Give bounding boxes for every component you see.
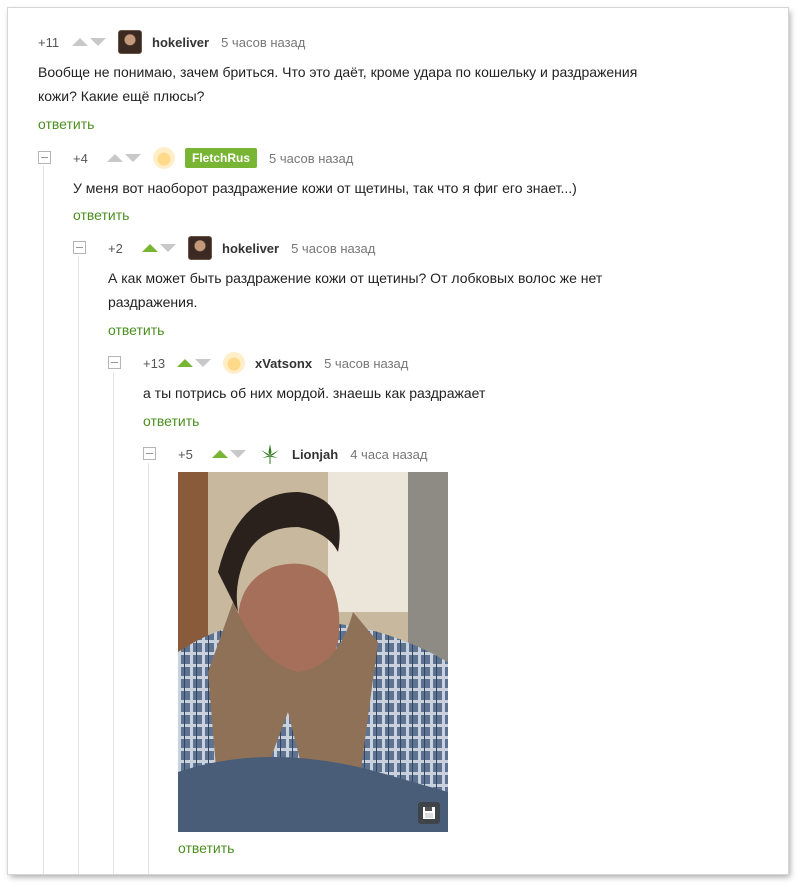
upvote-icon[interactable] [212,450,228,458]
avatar[interactable] [118,30,142,54]
avatar[interactable] [188,236,212,260]
reply-link[interactable]: ответить [108,322,164,338]
thread-line [148,463,149,874]
comment-rating: +4 [73,150,88,166]
comment-line: Вообще не понимаю, зачем бриться. Что эт… [38,64,638,80]
username[interactable]: FletchRus [185,148,258,168]
comment-rating: +13 [143,355,166,371]
reply-link[interactable]: ответить [38,116,94,132]
collapse-icon[interactable] [143,447,156,460]
comment-rating: +11 [38,34,60,50]
comment-line: кожи? Какие ещё плюсы? [38,88,205,104]
upvote-icon[interactable] [72,38,88,46]
downvote-icon[interactable] [160,244,176,252]
thread-line [78,256,79,874]
comment-text: Вообще не понимаю, зачем бриться. Что эт… [38,60,758,108]
comment-rating: +5 [178,446,193,462]
downvote-icon[interactable] [230,450,246,458]
downvote-icon[interactable] [125,154,141,162]
upvote-icon[interactable] [142,244,158,252]
timestamp: 5 часов назад [291,240,376,256]
avatar[interactable] [153,147,175,169]
comment-header: +2 hokeliver 5 часов назад [108,235,375,261]
reply-link[interactable]: ответить [73,207,129,223]
username[interactable]: hokeliver [152,35,209,50]
comment-line: А как может быть раздражение кожи от щет… [108,270,603,286]
comment-text: У меня вот наоборот раздражение кожи от … [73,176,753,200]
comment-text: а ты потрись об них мордой. знаешь как р… [143,381,743,405]
comment-image[interactable] [178,472,448,832]
collapse-icon[interactable] [73,241,86,254]
username[interactable]: xVatsonx [255,356,312,371]
comment-header: +13 xVatsonx 5 часов назад [143,350,408,376]
comment-header: +5 Lionjah 4 часа назад [178,441,427,467]
comment-header: +11 hokeliver 5 часов назад [38,29,305,55]
comment-line: У меня вот наоборот раздражение кожи от … [73,180,577,196]
upvote-icon[interactable] [177,359,193,367]
reply-link[interactable]: ответить [143,413,199,429]
cannabis-leaf-icon[interactable] [258,442,282,466]
timestamp: 5 часов назад [324,355,409,371]
username[interactable]: Lionjah [292,447,338,462]
thread-line [113,372,114,874]
avatar[interactable] [223,352,245,374]
comment-header: +4 FletchRus 5 часов назад [73,145,353,171]
timestamp: 5 часов назад [221,34,306,50]
thread-line [43,166,44,874]
username[interactable]: hokeliver [222,241,279,256]
timestamp: 5 часов назад [269,150,354,166]
comment-line: раздражения. [108,294,198,310]
comment-text: А как может быть раздражение кожи от щет… [108,266,748,314]
downvote-icon[interactable] [90,38,106,46]
upvote-icon[interactable] [107,154,123,162]
comment-line: а ты потрись об них мордой. знаешь как р… [143,385,486,401]
comment-rating: +2 [108,240,123,256]
comments-panel: +11 hokeliver 5 часов назад Вообще не по… [8,8,788,874]
timestamp: 4 часа назад [350,446,428,462]
floppy-disk-icon[interactable] [418,802,440,824]
collapse-icon[interactable] [108,356,121,369]
reply-link[interactable]: ответить [178,840,234,856]
downvote-icon[interactable] [195,359,211,367]
collapse-icon[interactable] [38,151,51,164]
